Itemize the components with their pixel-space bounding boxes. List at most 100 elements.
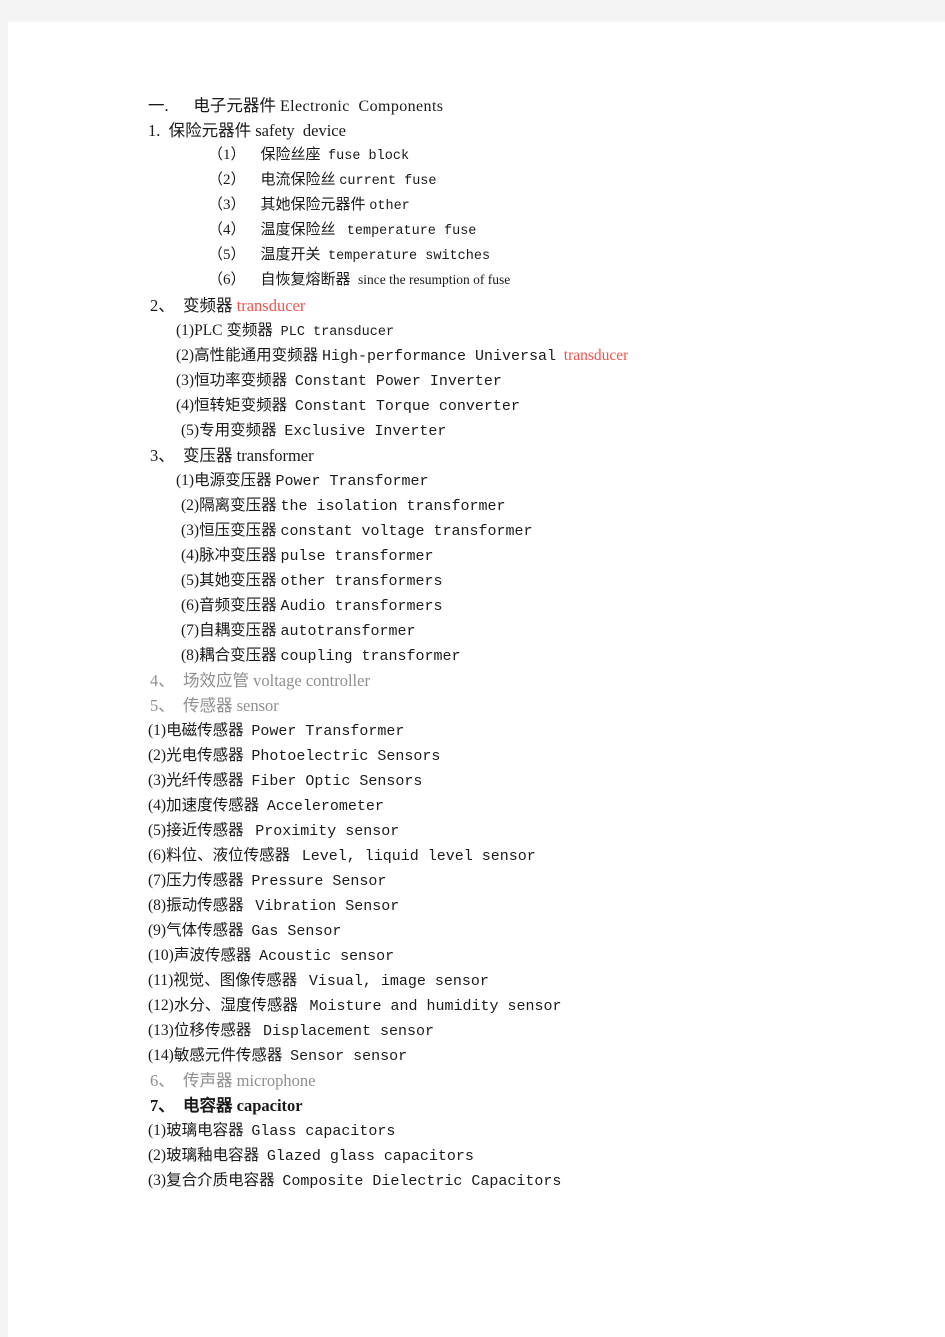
document-page: 一. 电子元器件 Electronic Components 1. 保险元器件 s… bbox=[8, 22, 945, 1337]
item-en: Power Transformer bbox=[251, 723, 405, 740]
item-en: Gas Sensor bbox=[251, 923, 342, 940]
list-item: (4)恒转矩变频器 Constant Torque converter bbox=[148, 398, 938, 423]
item-cn: 水分、湿度传感器 bbox=[173, 997, 298, 1014]
item-cn: 加速度传感器 bbox=[166, 797, 260, 814]
list-item: (8)耦合变压器 coupling transformer bbox=[148, 648, 938, 673]
item-en: coupling transformer bbox=[280, 648, 461, 665]
item-number: (1) bbox=[176, 472, 195, 489]
item-cn: 耦合变压器 bbox=[199, 647, 277, 664]
list-item: (1)PLC 变频器 PLC transducer bbox=[148, 323, 938, 348]
item-en: PLC transducer bbox=[280, 325, 395, 340]
item-number: (4) bbox=[148, 797, 167, 814]
item-number: (5) bbox=[181, 422, 200, 439]
item-en: constant voltage transformer bbox=[280, 523, 533, 540]
section-marker: 6、 bbox=[150, 1071, 175, 1090]
item-cn: 玻璃釉电容器 bbox=[166, 1147, 260, 1164]
title-cn: 电子元器件 bbox=[193, 96, 276, 115]
section-marker: 4、 bbox=[150, 671, 175, 690]
item-en: Photoelectric Sensors bbox=[251, 748, 441, 765]
item-number: (3) bbox=[148, 772, 167, 789]
list-item: （6） 自恢复熔断器 since the resumption of fuse bbox=[148, 273, 938, 298]
item-en-accent: transducer bbox=[563, 347, 629, 364]
section-en: safety device bbox=[255, 121, 346, 140]
item-cn: 恒压变压器 bbox=[199, 522, 277, 539]
list-item: (3)恒功率变频器 Constant Power Inverter bbox=[148, 373, 938, 398]
item-cn: 自恢复熔断器 bbox=[260, 272, 351, 288]
item-cn: 专用变频器 bbox=[199, 422, 277, 439]
list-item: (5)专用变频器 Exclusive Inverter bbox=[148, 423, 938, 448]
item-number: （3） bbox=[208, 197, 246, 213]
section-heading: 4、 场效应管 voltage controller bbox=[148, 671, 938, 698]
section-en: voltage controller bbox=[253, 671, 370, 690]
item-number: (9) bbox=[148, 922, 167, 939]
item-number: （2） bbox=[208, 172, 246, 188]
section-en: transducer bbox=[236, 296, 306, 315]
item-number: (11) bbox=[148, 972, 174, 989]
item-number: (12) bbox=[148, 997, 174, 1014]
item-en: Pressure Sensor bbox=[251, 873, 387, 890]
item-number: (8) bbox=[148, 897, 167, 914]
item-cn: 玻璃电容器 bbox=[166, 1122, 244, 1139]
section-cn: 场效应管 bbox=[183, 671, 249, 690]
list-item: (2)光电传感器 Photoelectric Sensors bbox=[148, 748, 938, 773]
item-number: （4） bbox=[208, 222, 246, 238]
item-number: (2) bbox=[181, 497, 200, 514]
item-number: (13) bbox=[148, 1022, 174, 1039]
item-en: Proximity sensor bbox=[255, 823, 400, 840]
item-en: Constant Torque converter bbox=[294, 398, 520, 415]
list-item: (1)电源变压器 Power Transformer bbox=[148, 473, 938, 498]
item-number: (3) bbox=[148, 1172, 167, 1189]
section-en: sensor bbox=[236, 696, 279, 715]
list-item: (7)自耦变压器 autotransformer bbox=[148, 623, 938, 648]
list-item: （2） 电流保险丝 current fuse bbox=[148, 173, 938, 198]
item-number: (1) bbox=[176, 322, 195, 339]
item-en: Glazed glass capacitors bbox=[266, 1148, 474, 1165]
item-number: (5) bbox=[181, 572, 200, 589]
item-number: （5） bbox=[208, 247, 246, 263]
section-heading: 2、 变频器 transducer bbox=[148, 296, 938, 323]
item-cn: 料位、液位传感器 bbox=[166, 847, 291, 864]
list-item: （3） 其她保险元器件 other bbox=[148, 198, 938, 223]
item-number: (1) bbox=[148, 722, 167, 739]
section-en: capacitor bbox=[236, 1096, 303, 1115]
item-en: Fiber Optic Sensors bbox=[251, 773, 423, 790]
item-cn: 声波传感器 bbox=[173, 947, 252, 964]
item-en: temperature fuse bbox=[346, 224, 477, 239]
item-cn: 保险丝座 bbox=[260, 147, 321, 163]
section-heading: 1. 保险元器件 safety device bbox=[148, 121, 938, 148]
item-en: since the resumption of fuse bbox=[358, 272, 511, 287]
section-heading: 3、 变压器 transformer bbox=[148, 447, 938, 473]
list-item: (2)玻璃釉电容器 Glazed glass capacitors bbox=[148, 1148, 938, 1173]
item-en: Visual, image sensor bbox=[308, 973, 489, 990]
item-en: Exclusive Inverter bbox=[284, 423, 447, 440]
item-cn: 复合介质电容器 bbox=[166, 1172, 275, 1189]
document-body: 一. 电子元器件 Electronic Components 1. 保险元器件 s… bbox=[148, 96, 938, 1198]
list-item: （1） 保险丝座 fuse block bbox=[148, 148, 938, 173]
item-number: (6) bbox=[148, 847, 167, 864]
section-heading: 7、 电容器 capacitor bbox=[148, 1096, 938, 1123]
document-title: 一. 电子元器件 Electronic Components bbox=[148, 96, 938, 123]
item-cn: 振动传感器 bbox=[166, 897, 244, 914]
item-number: (3) bbox=[181, 522, 200, 539]
item-cn: 音频变压器 bbox=[199, 597, 277, 614]
item-en: other transformers bbox=[280, 573, 443, 590]
list-item: (13)位移传感器 Displacement sensor bbox=[148, 1023, 938, 1048]
list-item: （5） 温度开关 temperature switches bbox=[148, 248, 938, 273]
item-en: Composite Dielectric Capacitors bbox=[282, 1173, 562, 1190]
item-cn: 位移传感器 bbox=[173, 1022, 252, 1039]
item-cn: 其她变压器 bbox=[199, 572, 277, 589]
item-en: Accelerometer bbox=[266, 798, 384, 815]
item-cn: 高性能通用变频器 bbox=[194, 347, 319, 364]
section-heading: 5、 传感器 sensor bbox=[148, 696, 938, 723]
list-item: (4)脉冲变压器 pulse transformer bbox=[148, 548, 938, 573]
list-item: (3)复合介质电容器 Composite Dielectric Capacito… bbox=[148, 1173, 938, 1198]
item-cn: 光电传感器 bbox=[166, 747, 244, 764]
item-cn: 其她保险元器件 bbox=[260, 197, 366, 213]
item-number: (6) bbox=[181, 597, 200, 614]
item-number: (2) bbox=[148, 1147, 167, 1164]
item-en: current fuse bbox=[339, 174, 437, 189]
item-cn: 接近传感器 bbox=[166, 822, 244, 839]
item-number: (8) bbox=[181, 647, 200, 664]
item-number: (1) bbox=[148, 1122, 167, 1139]
item-en: autotransformer bbox=[280, 623, 416, 640]
